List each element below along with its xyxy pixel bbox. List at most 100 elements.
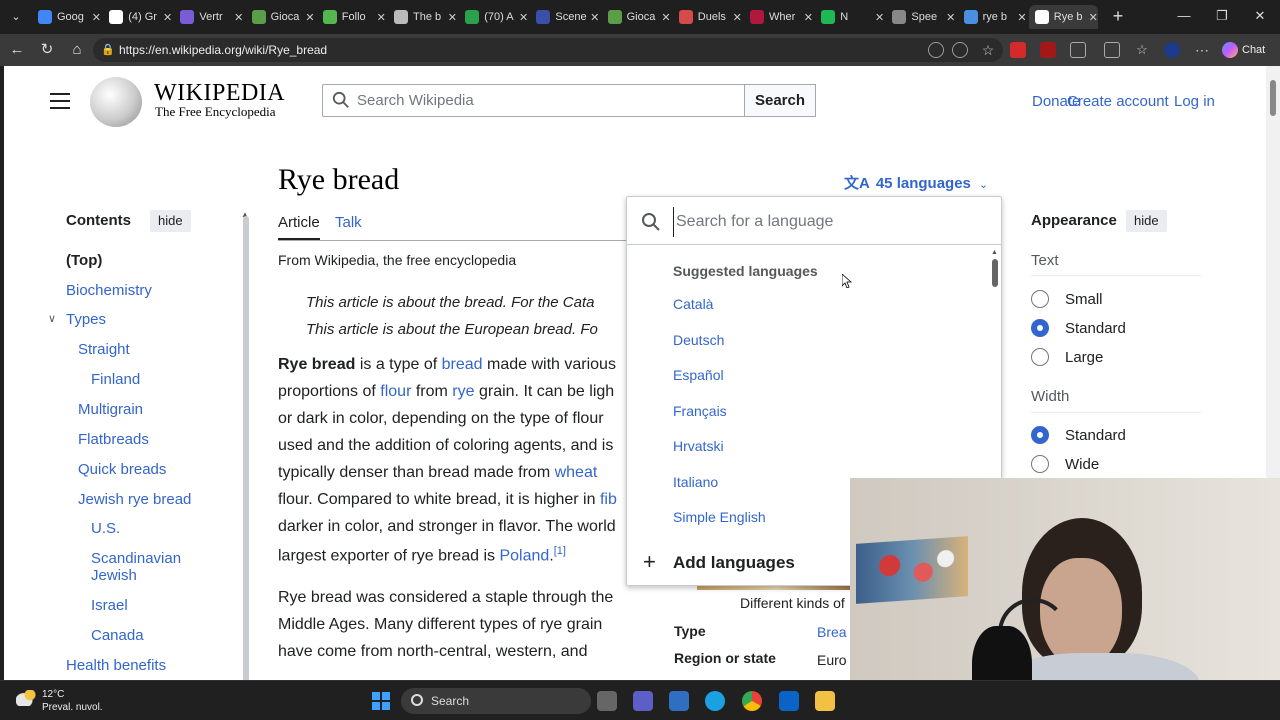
browser-tab[interactable]: Follo ✕	[317, 5, 386, 29]
link-fiber[interactable]: fib	[600, 491, 617, 508]
radio-circle-selected[interactable]	[1031, 319, 1049, 337]
start-button-icon[interactable]	[372, 692, 390, 710]
browser-tab[interactable]: The b ✕	[388, 5, 457, 29]
browser-tab[interactable]: Scene ✕	[530, 5, 599, 29]
radio-text-large[interactable]: Large	[1031, 348, 1103, 366]
toc-item-canada[interactable]: Canada	[91, 627, 144, 644]
language-option[interactable]: Español	[673, 367, 724, 383]
toc-hide-button[interactable]: hide	[150, 210, 191, 232]
close-window-button[interactable]: ✕	[1248, 6, 1272, 26]
citation-link[interactable]: [1]	[554, 545, 566, 557]
tab-close-icon[interactable]: ✕	[92, 11, 101, 24]
language-search-input[interactable]	[673, 207, 983, 237]
language-search[interactable]	[627, 197, 1001, 245]
browser-tab[interactable]: Duels ✕	[673, 5, 742, 29]
radio-circle[interactable]	[1031, 290, 1049, 308]
reader-icon[interactable]	[952, 42, 968, 58]
radio-width-wide[interactable]: Wide	[1031, 455, 1099, 473]
radio-circle[interactable]	[1031, 455, 1049, 473]
browser-tab[interactable]: Gioca ✕	[602, 5, 671, 29]
store-icon[interactable]	[669, 691, 689, 711]
toc-item-types[interactable]: Types	[66, 311, 106, 328]
page-scroll-thumb[interactable]	[1270, 80, 1276, 116]
task-view-icon[interactable]	[597, 691, 617, 711]
language-option[interactable]: Deutsch	[673, 332, 724, 348]
language-option[interactable]: Italiano	[673, 474, 718, 490]
browser-tab[interactable]: (70) A ✕	[459, 5, 528, 29]
link-flour[interactable]: flour	[380, 383, 411, 400]
extension-adblock-icon[interactable]	[1010, 42, 1026, 58]
back-icon[interactable]: ←	[6, 39, 28, 61]
wiki-search-button[interactable]: Search	[744, 84, 816, 117]
language-option[interactable]: Simple English	[673, 509, 766, 525]
radio-text-small[interactable]: Small	[1031, 290, 1103, 308]
extensions-icon[interactable]	[1070, 42, 1086, 58]
toc-item-top[interactable]: (Top)	[66, 252, 102, 269]
tab-talk[interactable]: Talk	[335, 214, 362, 231]
wiki-search-box[interactable]	[322, 84, 746, 117]
reload-icon[interactable]: ↻	[36, 39, 58, 61]
extension-ublock-icon[interactable]	[1040, 42, 1056, 58]
browser-tab[interactable]: Rye b ✕	[1028, 5, 1098, 29]
radio-circle-selected[interactable]	[1031, 426, 1049, 444]
wiki-search-input[interactable]	[357, 85, 737, 116]
new-tab-button[interactable]: +	[1108, 5, 1128, 27]
language-option[interactable]: Français	[673, 403, 727, 419]
copilot-chat-button[interactable]: Chat	[1222, 40, 1274, 60]
toc-item-straight[interactable]: Straight	[78, 341, 130, 358]
tab-close-icon[interactable]: ✕	[448, 11, 457, 24]
tab-close-icon[interactable]: ✕	[804, 11, 813, 24]
tab-close-icon[interactable]: ✕	[163, 11, 172, 24]
link-poland[interactable]: Poland	[499, 547, 549, 564]
minimize-button[interactable]: —	[1172, 6, 1196, 26]
zoom-icon[interactable]	[928, 42, 944, 58]
more-menu-icon[interactable]: ⋯	[1194, 42, 1210, 58]
browser-tab[interactable]: Gioca ✕	[246, 5, 315, 29]
tab-close-icon[interactable]: ✕	[590, 11, 599, 24]
create-account-link[interactable]: Create account	[1067, 93, 1169, 110]
outlook-icon[interactable]	[779, 691, 799, 711]
browser-tab[interactable]: Vertr ✕	[174, 5, 243, 29]
taskbar-search[interactable]: Search	[401, 688, 591, 714]
scroll-thumb[interactable]	[992, 259, 998, 287]
tab-close-icon[interactable]: ✕	[733, 11, 742, 24]
maximize-button[interactable]: ❐	[1210, 6, 1234, 26]
language-button[interactable]: 文A 45 languages ⌄	[844, 172, 988, 193]
split-screen-icon[interactable]	[1104, 42, 1120, 58]
toc-scrollbar[interactable]	[243, 216, 249, 680]
tab-close-icon[interactable]: ✕	[377, 11, 386, 24]
toc-item-jewish-rye-bread[interactable]: Jewish rye bread	[78, 491, 191, 508]
link-wheat[interactable]: wheat	[555, 464, 598, 481]
tab-close-icon[interactable]: ✕	[1017, 11, 1026, 24]
tab-close-icon[interactable]: ✕	[1089, 11, 1098, 24]
browser-tab[interactable]: N ✕	[815, 5, 884, 29]
toc-item-us[interactable]: U.S.	[91, 520, 120, 537]
wikipedia-logo[interactable]	[90, 77, 142, 127]
toc-item-multigrain[interactable]: Multigrain	[78, 401, 143, 418]
edge-icon[interactable]	[705, 691, 725, 711]
language-option[interactable]: Català	[673, 296, 713, 312]
infobox-value-link[interactable]: Brea	[817, 624, 847, 640]
link-rye[interactable]: rye	[452, 383, 474, 400]
language-option[interactable]: Hrvatski	[673, 438, 724, 454]
tab-article[interactable]: Article	[278, 214, 320, 231]
radio-width-standard[interactable]: Standard	[1031, 426, 1126, 444]
toc-item-biochemistry[interactable]: Biochemistry	[66, 282, 152, 299]
login-link[interactable]: Log in	[1174, 93, 1215, 110]
link-bread[interactable]: bread	[442, 356, 483, 373]
address-bar[interactable]: 🔒 https://en.wikipedia.org/wiki/Rye_brea…	[93, 38, 1003, 62]
browser-tab[interactable]: Spee ✕	[886, 5, 955, 29]
tab-actions-chevron-icon[interactable]: ⌄	[6, 8, 26, 26]
toc-types-collapse-icon[interactable]: ∨	[48, 312, 56, 325]
tab-close-icon[interactable]: ✕	[875, 11, 884, 24]
tab-close-icon[interactable]: ✕	[946, 11, 955, 24]
weather-widget[interactable]: 12°C Preval. nuvol.	[16, 688, 103, 714]
browser-tab[interactable]: Wher ✕	[744, 5, 813, 29]
site-info-icon[interactable]: 🔒	[101, 38, 115, 62]
toc-item-scandinavian[interactable]: Scandinavian	[91, 550, 181, 567]
chrome-icon[interactable]	[742, 691, 762, 711]
profile-avatar[interactable]	[1164, 42, 1180, 58]
home-icon[interactable]: ⌂	[66, 39, 88, 61]
browser-tab[interactable]: rye b ✕	[958, 5, 1027, 29]
tab-close-icon[interactable]: ✕	[519, 11, 528, 24]
